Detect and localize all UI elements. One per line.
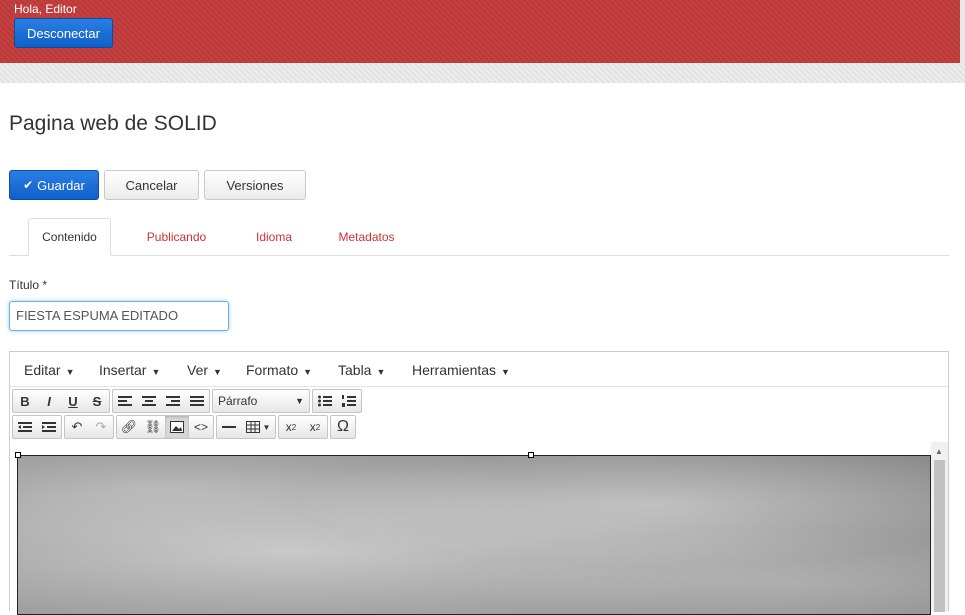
alignment-group [112,389,210,413]
indent-group [12,415,62,439]
menu-ver[interactable]: Ver ▼ [187,362,222,378]
title-input[interactable]: FIESTA ESPUMA EDITADO [9,301,229,331]
top-header-bar: Hola, Editor Desconectar [0,0,960,63]
editor-content-area[interactable]: ▲ [10,442,948,615]
menu-ver-label: Ver [187,362,209,378]
bold-icon[interactable]: B [13,390,37,412]
special-char-group: Ω [330,415,356,439]
menu-formato[interactable]: Formato ▼ [246,362,312,378]
title-field-label: Título * [9,278,48,292]
strikethrough-icon[interactable]: S [85,390,109,412]
indent-icon[interactable] [37,416,61,438]
format-select-box: Párrafo ▼ [213,390,309,412]
format-select-value: Párrafo [218,394,258,408]
chevron-down-icon: ▼ [213,367,222,377]
menu-tabla[interactable]: Tabla ▼ [338,362,385,378]
scrollbar-thumb[interactable] [934,460,945,612]
menu-herramientas-label: Herramientas [412,362,497,378]
resize-handle-top-left[interactable] [15,452,21,458]
toolbar-row-2: ↶ ↷ 🔗︎ ⛓︎ <> ▼ x2 x2 Ω [12,415,358,439]
foam-party-image[interactable] [17,455,931,615]
save-button[interactable]: ✔ Guardar [9,170,99,200]
align-center-icon[interactable] [137,390,161,412]
menu-editar-label: Editar [24,362,61,378]
menu-tabla-label: Tabla [338,362,372,378]
text-style-group: B I U S [12,389,110,413]
subscript-icon[interactable]: x2 [279,416,303,438]
tab-metadatos[interactable]: Metadatos [334,218,399,256]
align-right-icon[interactable] [161,390,185,412]
tab-idioma[interactable]: Idioma [249,218,299,256]
table-icon[interactable]: ▼ [241,416,275,438]
chevron-down-icon: ▼ [295,396,304,406]
undo-icon[interactable]: ↶ [65,416,89,438]
omega-special-char-icon[interactable]: Ω [331,416,355,438]
table-group: ▼ [216,415,276,439]
user-greeting: Hola, Editor [14,2,77,16]
redo-icon[interactable]: ↷ [89,416,113,438]
history-group: ↶ ↷ [64,415,114,439]
link-icon[interactable]: 🔗︎ [117,416,141,438]
script-group: x2 x2 [278,415,328,439]
chevron-down-icon: ▼ [376,367,386,377]
header-divider-stripe [0,63,965,83]
numbered-list-icon[interactable] [337,390,361,412]
menu-editar[interactable]: Editar ▼ [24,362,75,378]
page-title: Pagina web de SOLID [9,112,217,135]
unlink-icon[interactable]: ⛓︎ [141,416,165,438]
scroll-up-arrow-icon[interactable]: ▲ [935,447,943,456]
toolbar-row-1: B I U S Párrafo ▼ [12,389,364,413]
format-select[interactable]: Párrafo ▼ [212,389,310,413]
cancel-button[interactable]: Cancelar [104,170,199,200]
versions-button[interactable]: Versiones [204,170,306,200]
chevron-down-icon: ▼ [303,367,313,377]
italic-icon[interactable]: I [37,390,61,412]
menu-insertar-label: Insertar [99,362,147,378]
chevron-down-icon: ▼ [65,367,75,377]
code-icon[interactable]: <> [189,416,213,438]
menu-formato-label: Formato [246,362,299,378]
chevron-down-icon: ▼ [151,367,161,377]
tab-publicando[interactable]: Publicando [139,218,214,256]
superscript-icon[interactable]: x2 [303,416,327,438]
outdent-icon[interactable] [13,416,37,438]
rich-text-editor: Editar ▼ Insertar ▼ Ver ▼ Formato ▼ Tabla ▼ H… [9,351,949,615]
resize-handle-top-center[interactable] [528,452,534,458]
menu-herramientas[interactable]: Herramientas ▼ [412,362,510,378]
underline-icon[interactable]: U [61,390,85,412]
align-justify-icon[interactable] [185,390,209,412]
horizontal-rule-icon[interactable] [217,416,241,438]
editor-scrollbar[interactable]: ▲ [931,442,948,612]
save-button-label: Guardar [37,177,85,193]
content-tabs: Contenido Publicando Idioma Metadatos [9,218,949,256]
list-group [312,389,362,413]
tab-contenido[interactable]: Contenido [28,218,111,256]
insert-group: 🔗︎ ⛓︎ <> [116,415,214,439]
align-left-icon[interactable] [113,390,137,412]
chevron-down-icon: ▼ [501,367,510,377]
bullet-list-icon[interactable] [313,390,337,412]
editor-menubar: Editar ▼ Insertar ▼ Ver ▼ Formato ▼ Tabla ▼ H… [10,352,948,387]
logout-button[interactable]: Desconectar [14,18,113,48]
checkmark-icon: ✔ [23,178,34,192]
menu-insertar[interactable]: Insertar ▼ [99,362,160,378]
image-icon[interactable] [165,416,189,438]
